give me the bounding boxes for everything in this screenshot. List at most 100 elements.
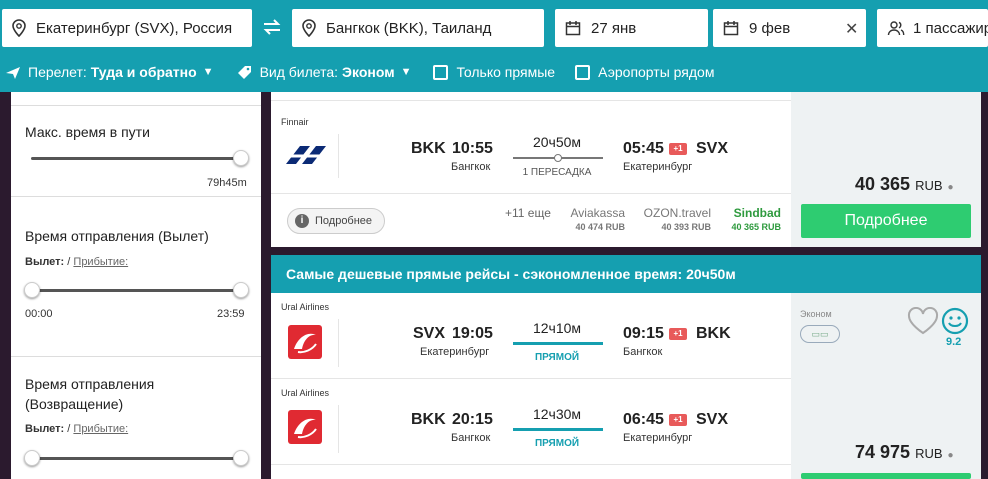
plus-day-badge: +1 — [669, 328, 687, 340]
tab-departure[interactable]: Вылет: — [25, 256, 64, 268]
filter-bar: Перелет: Туда и обратно ▼ Вид билета: Эк… — [0, 52, 988, 92]
tab-separator: / — [67, 423, 71, 435]
sidebar-divider — [11, 356, 261, 357]
return-from-handle[interactable] — [24, 450, 40, 466]
from-code: BKK — [411, 411, 446, 428]
from-code: BKK — [411, 140, 446, 157]
chevron-down-icon: ▼ — [400, 66, 412, 78]
more-agents-link[interactable]: +11 еще — [505, 206, 551, 220]
max-time-slider-handle[interactable] — [233, 150, 249, 166]
to-city: Екатеринбург — [623, 432, 693, 444]
agent-name[interactable]: Aviakassa — [570, 206, 625, 220]
flight-type-label: Перелет: — [28, 64, 87, 80]
passengers-value: 1 пассажир — [913, 19, 988, 37]
airline-name: Finnair — [281, 117, 309, 127]
agents-list: Aviakassa 40 474 RUB OZON.travel 40 393 … — [561, 206, 791, 236]
direct-only-label: Только прямые — [456, 64, 556, 80]
price-currency: RUB — [915, 446, 943, 461]
destination-field[interactable]: Бангкок (BKK), Таиланд — [292, 9, 544, 47]
flight-type-value: Туда и обратно — [90, 64, 197, 80]
seat-icon: ▭ — [811, 329, 820, 339]
details-small-label: Подробнее — [315, 215, 373, 227]
max-time-value: 79h45m — [207, 177, 247, 189]
departure-time-title: Время отправления (Вылет) — [25, 228, 209, 244]
return-to-handle[interactable] — [233, 450, 249, 466]
direct-only-checkbox[interactable]: Только прямые — [433, 64, 555, 80]
details-small-button[interactable]: i Подробнее — [287, 208, 385, 234]
from-time: 10:55 — [452, 140, 493, 157]
from-time: 19:05 — [452, 325, 493, 342]
divider — [338, 319, 339, 367]
calendar-icon — [565, 21, 581, 36]
flight-type-dropdown[interactable]: Перелет: Туда и обратно ▼ — [5, 64, 214, 80]
bag-icon: ▭ — [820, 329, 829, 339]
origin-field[interactable]: Екатеринбург (SVX), Россия — [2, 9, 252, 47]
duration: 12ч30м — [532, 406, 582, 422]
route-line — [513, 342, 603, 345]
details-button[interactable] — [801, 473, 971, 479]
search-bar: Екатеринбург (SVX), Россия Бангкок (BKK)… — [0, 0, 988, 52]
stop-dot — [554, 154, 562, 162]
checkbox-box — [433, 64, 449, 80]
result-card-ural: Ural Airlines SVX 19:05 Екатеринбург 12ч… — [271, 293, 981, 479]
tab-separator: / — [67, 256, 71, 268]
departure-to-handle[interactable] — [233, 282, 249, 298]
divider — [338, 134, 339, 178]
return-date-value: 9 фев — [749, 19, 791, 37]
return-time-slider-track[interactable] — [31, 457, 243, 460]
tab-arrival[interactable]: Прибытие: — [73, 256, 128, 268]
price-value: 40 365 — [855, 174, 911, 194]
from-code: SVX — [413, 325, 446, 342]
ural-airlines-logo-icon — [288, 325, 322, 359]
passengers-field[interactable]: 1 пассажир — [877, 9, 988, 47]
divider — [338, 405, 339, 453]
divider — [271, 193, 791, 194]
tab-departure[interactable]: Вылет: — [25, 423, 64, 435]
departure-from-handle[interactable] — [24, 282, 40, 298]
person-icon: ● — [947, 182, 954, 193]
departure-time-slider-track[interactable] — [31, 289, 243, 292]
agent-price: 40 393 RUB — [661, 222, 711, 232]
calendar-icon — [723, 21, 739, 36]
departure-tabs: Вылет: / Прибытие: — [25, 256, 128, 268]
from-city: Бангкок — [451, 432, 491, 444]
agent-name[interactable]: OZON.travel — [635, 206, 711, 220]
return-tabs: Вылет: / Прибытие: — [25, 423, 128, 435]
divider — [271, 464, 791, 465]
to-city: Бангкок — [623, 346, 663, 358]
agent-name-best[interactable]: Sindbad — [721, 206, 781, 220]
checkbox-box — [575, 64, 591, 80]
tab-arrival[interactable]: Прибытие: — [73, 423, 128, 435]
from-time: 20:15 — [452, 411, 493, 428]
depart-date-field[interactable]: 27 янв — [555, 9, 708, 47]
details-button[interactable]: Подробнее — [801, 204, 971, 238]
from-city: Бангкок — [451, 161, 491, 173]
to-time: 05:45 — [623, 140, 664, 157]
route-line — [513, 428, 603, 431]
to-city: Екатеринбург — [623, 161, 693, 173]
nearby-airports-checkbox[interactable]: Аэропорты рядом — [575, 64, 714, 80]
swap-icon[interactable] — [261, 16, 283, 43]
return-date-field[interactable]: 9 фев ✕ — [713, 9, 866, 47]
ticket-class-dropdown[interactable]: Вид билета: Эконом ▼ — [236, 64, 412, 80]
agent-price-best: 40 365 RUB — [731, 222, 781, 232]
ticket-class-value: Эконом — [342, 64, 395, 80]
clear-date-icon[interactable]: ✕ — [845, 19, 858, 39]
to-time: 09:15 — [623, 325, 664, 342]
price: 40 365 RUB ● — [855, 174, 954, 195]
airline-name: Ural Airlines — [281, 302, 330, 312]
max-time-title: Макс. время в пути — [25, 124, 150, 140]
location-pin-icon — [12, 19, 26, 37]
direct-flights-banner: Самые дешевые прямые рейсы - сэкономленн… — [271, 255, 981, 293]
depart-date-value: 27 янв — [591, 19, 637, 37]
airline-name: Ural Airlines — [281, 388, 330, 398]
to-time: 06:45 — [623, 411, 664, 428]
ural-airlines-logo-icon — [288, 410, 322, 444]
destination-value: Бангкок (BKK), Таиланд — [326, 19, 492, 37]
max-time-slider-track[interactable] — [31, 157, 243, 160]
stops-label: ПРЯМОЙ — [534, 438, 580, 449]
return-time-title-line1: Время отправления — [25, 376, 155, 392]
stops-label: ПРЯМОЙ — [534, 352, 580, 363]
favorite-heart-icon[interactable] — [907, 307, 939, 335]
to-code: SVX — [696, 140, 729, 157]
